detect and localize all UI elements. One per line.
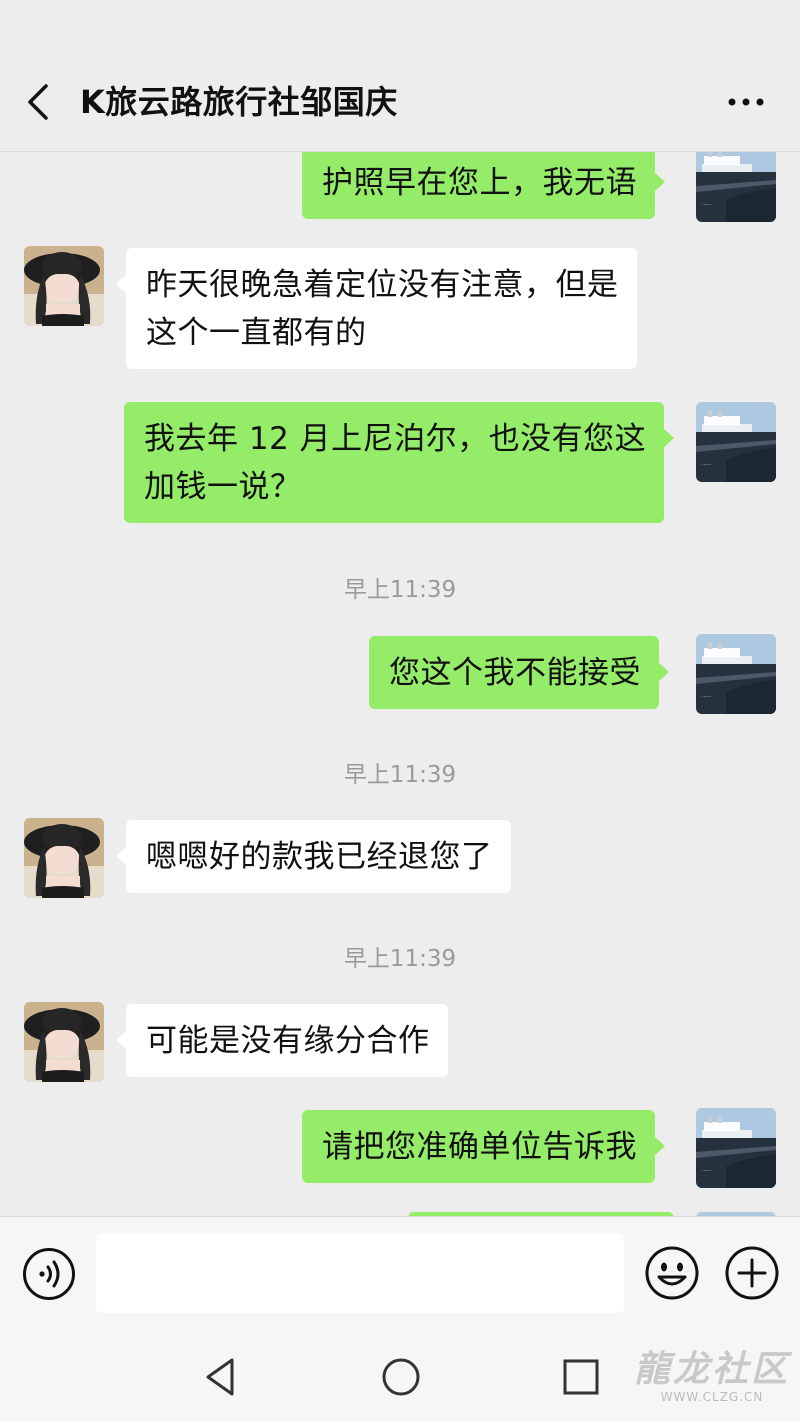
voice-button[interactable] — [22, 1247, 76, 1301]
message-bubble-in[interactable]: 昨天很晚急着定位没有注意，但是 这个一直都有的 — [116, 248, 637, 369]
more-dots-icon — [728, 98, 764, 106]
chevron-left-icon — [28, 84, 48, 120]
self-avatar[interactable] — [696, 1108, 776, 1188]
plus-icon — [725, 1246, 779, 1300]
contact-avatar[interactable] — [24, 1002, 104, 1082]
contact-avatar[interactable] — [24, 818, 104, 898]
contact-avatar[interactable] — [24, 246, 104, 326]
plus-button[interactable] — [724, 1245, 780, 1301]
message-bubble-out[interactable]: 我去年 12 月上尼泊尔，也没有您这 加钱一说？ — [124, 402, 675, 523]
nav-recent-button[interactable] — [556, 1352, 606, 1402]
back-button[interactable] — [22, 80, 62, 124]
message-bubble-in[interactable]: 可能是没有缘分合作 — [116, 1004, 448, 1077]
message-input[interactable] — [96, 1233, 624, 1313]
voice-icon — [23, 1248, 75, 1300]
input-bar — [0, 1216, 800, 1330]
message-bubble-out[interactable]: 请把您准确单位告诉我 — [302, 1110, 665, 1183]
timestamp: 早上11:39 — [343, 762, 457, 788]
message-bubble-out[interactable]: 护照早在您上，我无语 — [302, 152, 665, 219]
message-bubble-in[interactable]: 嗯嗯好的款我已经退您了 — [116, 820, 511, 893]
timestamp: 早上11:39 — [343, 946, 457, 972]
chat-header: K旅云路旅行社邹国庆 — [0, 52, 800, 152]
emoji-icon — [645, 1246, 699, 1300]
square-recent-icon — [563, 1359, 599, 1395]
page-title: K旅云路旅行社邹国庆 — [80, 83, 398, 121]
nav-home-button[interactable] — [376, 1352, 426, 1402]
more-button[interactable] — [726, 86, 766, 118]
system-nav-bar: 龍龙社区 WWW.CLZG.CN — [0, 1330, 800, 1422]
message-bubble-out[interactable]: 您这个我不能接受 — [369, 636, 669, 709]
watermark-logo: 龍龙社区 WWW.CLZG.CN — [628, 1340, 796, 1414]
triangle-back-icon — [206, 1358, 234, 1396]
circle-home-icon — [382, 1358, 420, 1396]
timestamp: 早上11:39 — [343, 577, 457, 603]
self-avatar[interactable] — [696, 152, 776, 222]
status-bar — [0, 0, 800, 52]
chat-area[interactable]: 护照早在您上，我无语 昨天很晚急着定位没有注意，但是 这个一直都有的 我去年 1… — [0, 152, 800, 1216]
watermark-sub: WWW.CLZG.CN — [660, 1390, 764, 1404]
watermark-main: 龍龙社区 — [633, 1348, 790, 1390]
nav-back-button[interactable] — [198, 1352, 248, 1402]
self-avatar[interactable] — [696, 402, 776, 482]
emoji-button[interactable] — [644, 1245, 700, 1301]
self-avatar[interactable] — [696, 634, 776, 714]
